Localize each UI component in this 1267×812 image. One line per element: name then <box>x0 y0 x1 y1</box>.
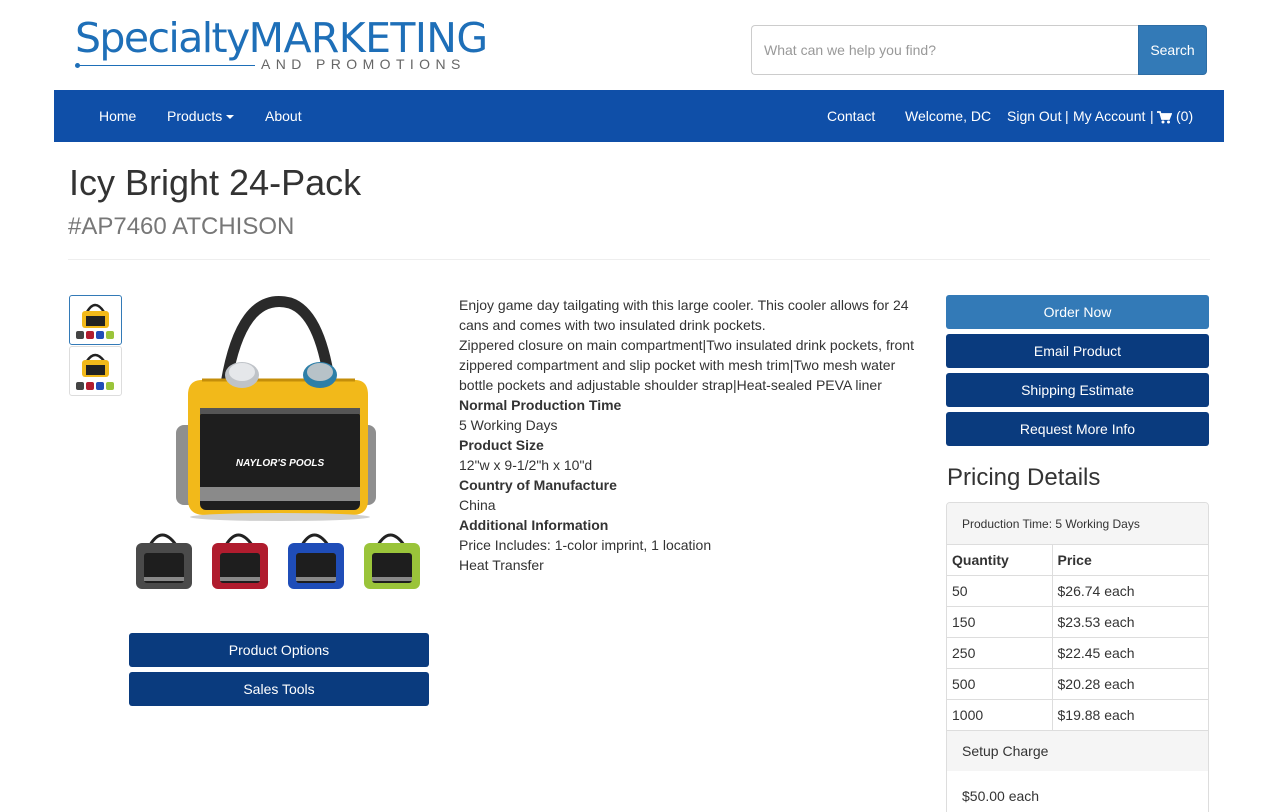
spec-value: Heat Transfer <box>459 557 544 573</box>
logo-underline <box>77 65 255 66</box>
table-header-row: Quantity Price <box>947 545 1208 576</box>
spec-value: Price Includes: 1-color imprint, 1 locat… <box>459 537 712 553</box>
nav-home[interactable]: Home <box>99 90 136 142</box>
thumbnail-variants[interactable] <box>69 346 122 396</box>
quantity-cell: 1000 <box>947 699 1053 731</box>
quantity-cell: 50 <box>947 575 1053 607</box>
spec-label: Product Size <box>459 437 544 453</box>
cart-icon <box>1157 110 1172 124</box>
nav-about[interactable]: About <box>265 90 302 142</box>
product-options-button[interactable]: Product Options <box>129 633 429 667</box>
price-cell: $19.88 each <box>1052 699 1208 731</box>
product-description: Enjoy game day tailgating with this larg… <box>459 295 919 575</box>
caret-down-icon <box>226 115 235 120</box>
table-row: 500 $20.28 each <box>947 668 1208 700</box>
price-cell: $23.53 each <box>1052 606 1208 638</box>
price-cell: $22.45 each <box>1052 637 1208 669</box>
spec-value: China <box>459 497 496 513</box>
order-now-button[interactable]: Order Now <box>946 295 1209 329</box>
nav-products-label: Products <box>167 108 223 124</box>
quantity-cell: 250 <box>947 637 1053 669</box>
thumbnail-yellow[interactable] <box>69 295 122 345</box>
pricing-table: Quantity Price 50 $26.74 each 150 $23.53… <box>947 545 1208 731</box>
price-cell: $26.74 each <box>1052 575 1208 607</box>
setup-charge-value: $50.00 each <box>962 787 1040 804</box>
sales-tools-button[interactable]: Sales Tools <box>129 672 429 706</box>
spec-value: 12"w x 9-1/2"h x 10"d <box>459 457 593 473</box>
main-navbar: Home Products About Contact Welcome, DC … <box>54 90 1224 142</box>
spec-label: Additional Information <box>459 517 609 533</box>
quantity-cell: 150 <box>947 606 1053 638</box>
table-row: 150 $23.53 each <box>947 606 1208 638</box>
request-more-info-button[interactable]: Request More Info <box>946 412 1209 446</box>
logo-tagline: AND PROMOTIONS <box>261 56 466 72</box>
description-intro: Enjoy game day tailgating with this larg… <box>459 297 909 333</box>
nav-products[interactable]: Products <box>167 90 235 142</box>
pricing-title: Pricing Details <box>947 464 1101 491</box>
table-row: 50 $26.74 each <box>947 575 1208 607</box>
divider <box>68 259 1210 260</box>
spec-label: Country of Manufacture <box>459 477 617 493</box>
nav-my-account[interactable]: My Account <box>1073 90 1145 142</box>
product-image: NAYLOR'S POOLS <box>136 296 420 589</box>
nav-separator: | <box>1065 108 1069 124</box>
description-features: Zippered closure on main compartment|Two… <box>459 337 914 393</box>
production-time: Production Time: 5 Working Days <box>947 503 1208 545</box>
nav-signout[interactable]: Sign Out <box>1007 90 1061 142</box>
setup-charge-label: Setup Charge <box>947 730 1208 771</box>
search-button[interactable]: Search <box>1138 25 1207 75</box>
spec-label: Normal Production Time <box>459 397 622 413</box>
nav-welcome: Welcome, DC <box>905 108 992 124</box>
price-cell: $20.28 each <box>1052 668 1208 700</box>
cart-count: (0) <box>1176 108 1194 124</box>
column-header-quantity: Quantity <box>947 545 1053 576</box>
site-logo[interactable]: SpecialtyMARKETING AND PROMOTIONS <box>75 16 505 76</box>
cooler-variants-thumbnail-image <box>76 353 114 390</box>
imprint-text: NAYLOR'S POOLS <box>236 458 325 469</box>
product-sku: #AP7460 ATCHISON <box>68 213 295 240</box>
quantity-cell: 500 <box>947 668 1053 700</box>
search-bar: Search <box>751 25 1207 75</box>
cooler-thumbnail-image <box>76 303 114 339</box>
nav-separator: | <box>1150 108 1154 124</box>
table-row: 250 $22.45 each <box>947 637 1208 669</box>
logo-wordmark: SpecialtyMARKETING <box>75 14 488 62</box>
email-product-button[interactable]: Email Product <box>946 334 1209 368</box>
shipping-estimate-button[interactable]: Shipping Estimate <box>946 373 1209 407</box>
pricing-panel: Production Time: 5 Working Days Quantity… <box>946 502 1209 812</box>
product-title: Icy Bright 24-Pack <box>69 162 362 203</box>
nav-cart[interactable]: (0) <box>1157 90 1193 142</box>
table-row: 1000 $19.88 each <box>947 699 1208 731</box>
nav-contact[interactable]: Contact <box>827 90 875 142</box>
search-input[interactable] <box>751 25 1138 75</box>
column-header-price: Price <box>1052 545 1208 576</box>
spec-value: 5 Working Days <box>459 417 558 433</box>
